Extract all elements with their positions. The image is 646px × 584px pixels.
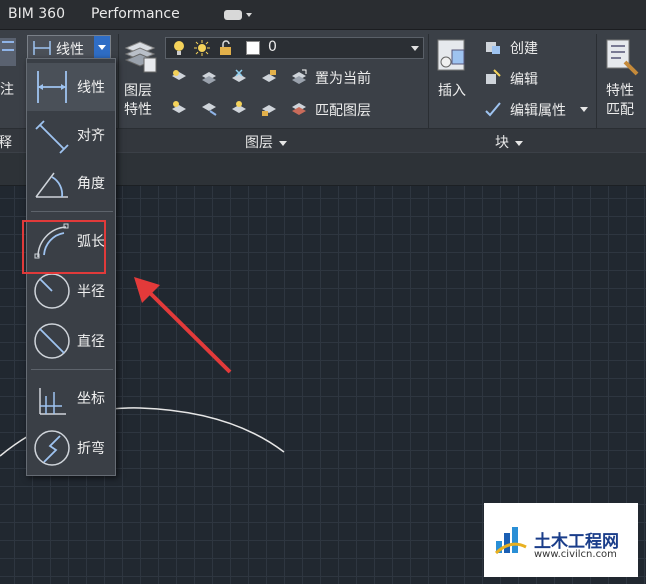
edit-attribute-icon[interactable] bbox=[484, 99, 502, 117]
layer-off-icon[interactable] bbox=[170, 68, 188, 86]
match-properties-label-2: 匹配 bbox=[606, 102, 634, 118]
layer-on-icon[interactable] bbox=[170, 99, 188, 117]
create-block-icon[interactable] bbox=[484, 38, 502, 56]
watermark-logo bbox=[494, 527, 527, 555]
insert-label: 插入 bbox=[438, 83, 466, 99]
dim-linear-icon bbox=[37, 71, 67, 103]
annotation-tool-icon[interactable] bbox=[0, 36, 20, 72]
layer-properties-icon bbox=[124, 41, 157, 73]
insert-block-button[interactable]: 插入 bbox=[434, 36, 474, 106]
match-properties-button[interactable]: 特性 匹配 bbox=[601, 36, 646, 122]
tab-bim360[interactable]: BIM 360 bbox=[8, 6, 65, 22]
sun-icon bbox=[194, 40, 210, 56]
dim-angular-icon bbox=[35, 172, 68, 198]
dim-linear-icon bbox=[33, 41, 51, 55]
lightbulb-icon bbox=[174, 41, 184, 55]
match-layer-button[interactable]: 匹配图层 bbox=[315, 100, 371, 120]
layer-freeze-icon[interactable] bbox=[230, 68, 248, 86]
annotation-label[interactable]: 注 bbox=[0, 79, 14, 99]
menu-item-angular[interactable]: 角度 bbox=[27, 159, 115, 207]
chevron-down-icon[interactable] bbox=[580, 107, 588, 112]
chevron-down-icon bbox=[515, 140, 523, 146]
menu-item-aligned[interactable]: 对齐 bbox=[27, 111, 115, 159]
make-current-icon[interactable] bbox=[290, 68, 308, 86]
panel-annotation-footer[interactable]: 释 bbox=[0, 132, 12, 152]
dimension-dropdown-button[interactable]: 线性 bbox=[27, 35, 111, 59]
chevron-down-icon[interactable] bbox=[94, 36, 110, 58]
match-properties-label-1: 特性 bbox=[606, 83, 634, 99]
dim-aligned-icon bbox=[35, 120, 69, 154]
dim-diameter-icon bbox=[34, 323, 70, 359]
menu-item-linear[interactable]: 线性 bbox=[27, 63, 115, 111]
layer-properties-label-2: 特性 bbox=[124, 102, 152, 118]
menu-item-diameter[interactable]: 直径 bbox=[27, 317, 115, 365]
chevron-down-icon bbox=[246, 13, 252, 17]
lock-open-icon bbox=[220, 40, 231, 55]
layer-current-name: 0 bbox=[268, 39, 277, 55]
workspace-toggle[interactable] bbox=[224, 8, 254, 22]
insert-block-icon bbox=[437, 39, 465, 71]
edit-attribute-button[interactable]: 编辑属性 bbox=[510, 100, 566, 120]
layer-color-swatch bbox=[246, 41, 260, 55]
annotation-arrow bbox=[134, 277, 232, 374]
layer-lock-icon[interactable] bbox=[260, 68, 278, 86]
layer-unisolate-icon[interactable] bbox=[200, 99, 218, 117]
edit-block-icon[interactable] bbox=[484, 68, 502, 86]
menu-item-ordinate[interactable]: 坐标 bbox=[27, 374, 115, 422]
layer-properties-label-1: 图层 bbox=[124, 83, 152, 99]
watermark: 土木工程网 www.civilcn.com bbox=[484, 503, 638, 577]
dimension-current-label: 线性 bbox=[56, 42, 84, 58]
dim-jogged-icon bbox=[34, 430, 70, 466]
layer-isolate-icon[interactable] bbox=[200, 68, 218, 86]
layer-dropdown[interactable]: 0 bbox=[165, 37, 424, 59]
panel-block-footer[interactable]: 块 bbox=[495, 132, 523, 152]
edit-block-button[interactable]: 编辑 bbox=[510, 69, 538, 89]
menu-separator bbox=[31, 369, 113, 370]
chevron-down-icon bbox=[411, 46, 419, 51]
create-block-button[interactable]: 创建 bbox=[510, 38, 538, 58]
highlight-box bbox=[22, 220, 106, 274]
menu-item-radius[interactable]: 半径 bbox=[27, 267, 115, 315]
dim-ordinate-icon bbox=[39, 388, 66, 415]
dim-radius-icon bbox=[34, 273, 70, 309]
window-icon bbox=[224, 10, 242, 20]
menu-separator bbox=[31, 211, 113, 212]
layer-properties-button[interactable]: 图层 特性 bbox=[122, 36, 162, 126]
match-layer-icon[interactable] bbox=[290, 99, 308, 117]
menu-item-jogged[interactable]: 折弯 bbox=[27, 424, 115, 472]
layer-thaw-icon[interactable] bbox=[230, 99, 248, 117]
panel-layers-footer[interactable]: 图层 bbox=[245, 132, 287, 152]
tab-performance[interactable]: Performance bbox=[91, 6, 180, 22]
layer-unlock-icon[interactable] bbox=[260, 99, 278, 117]
match-properties-icon bbox=[606, 39, 639, 76]
ribbon-tab-strip: BIM 360 Performance bbox=[0, 0, 646, 30]
chevron-down-icon bbox=[279, 140, 287, 146]
set-current-button[interactable]: 置为当前 bbox=[315, 68, 371, 88]
